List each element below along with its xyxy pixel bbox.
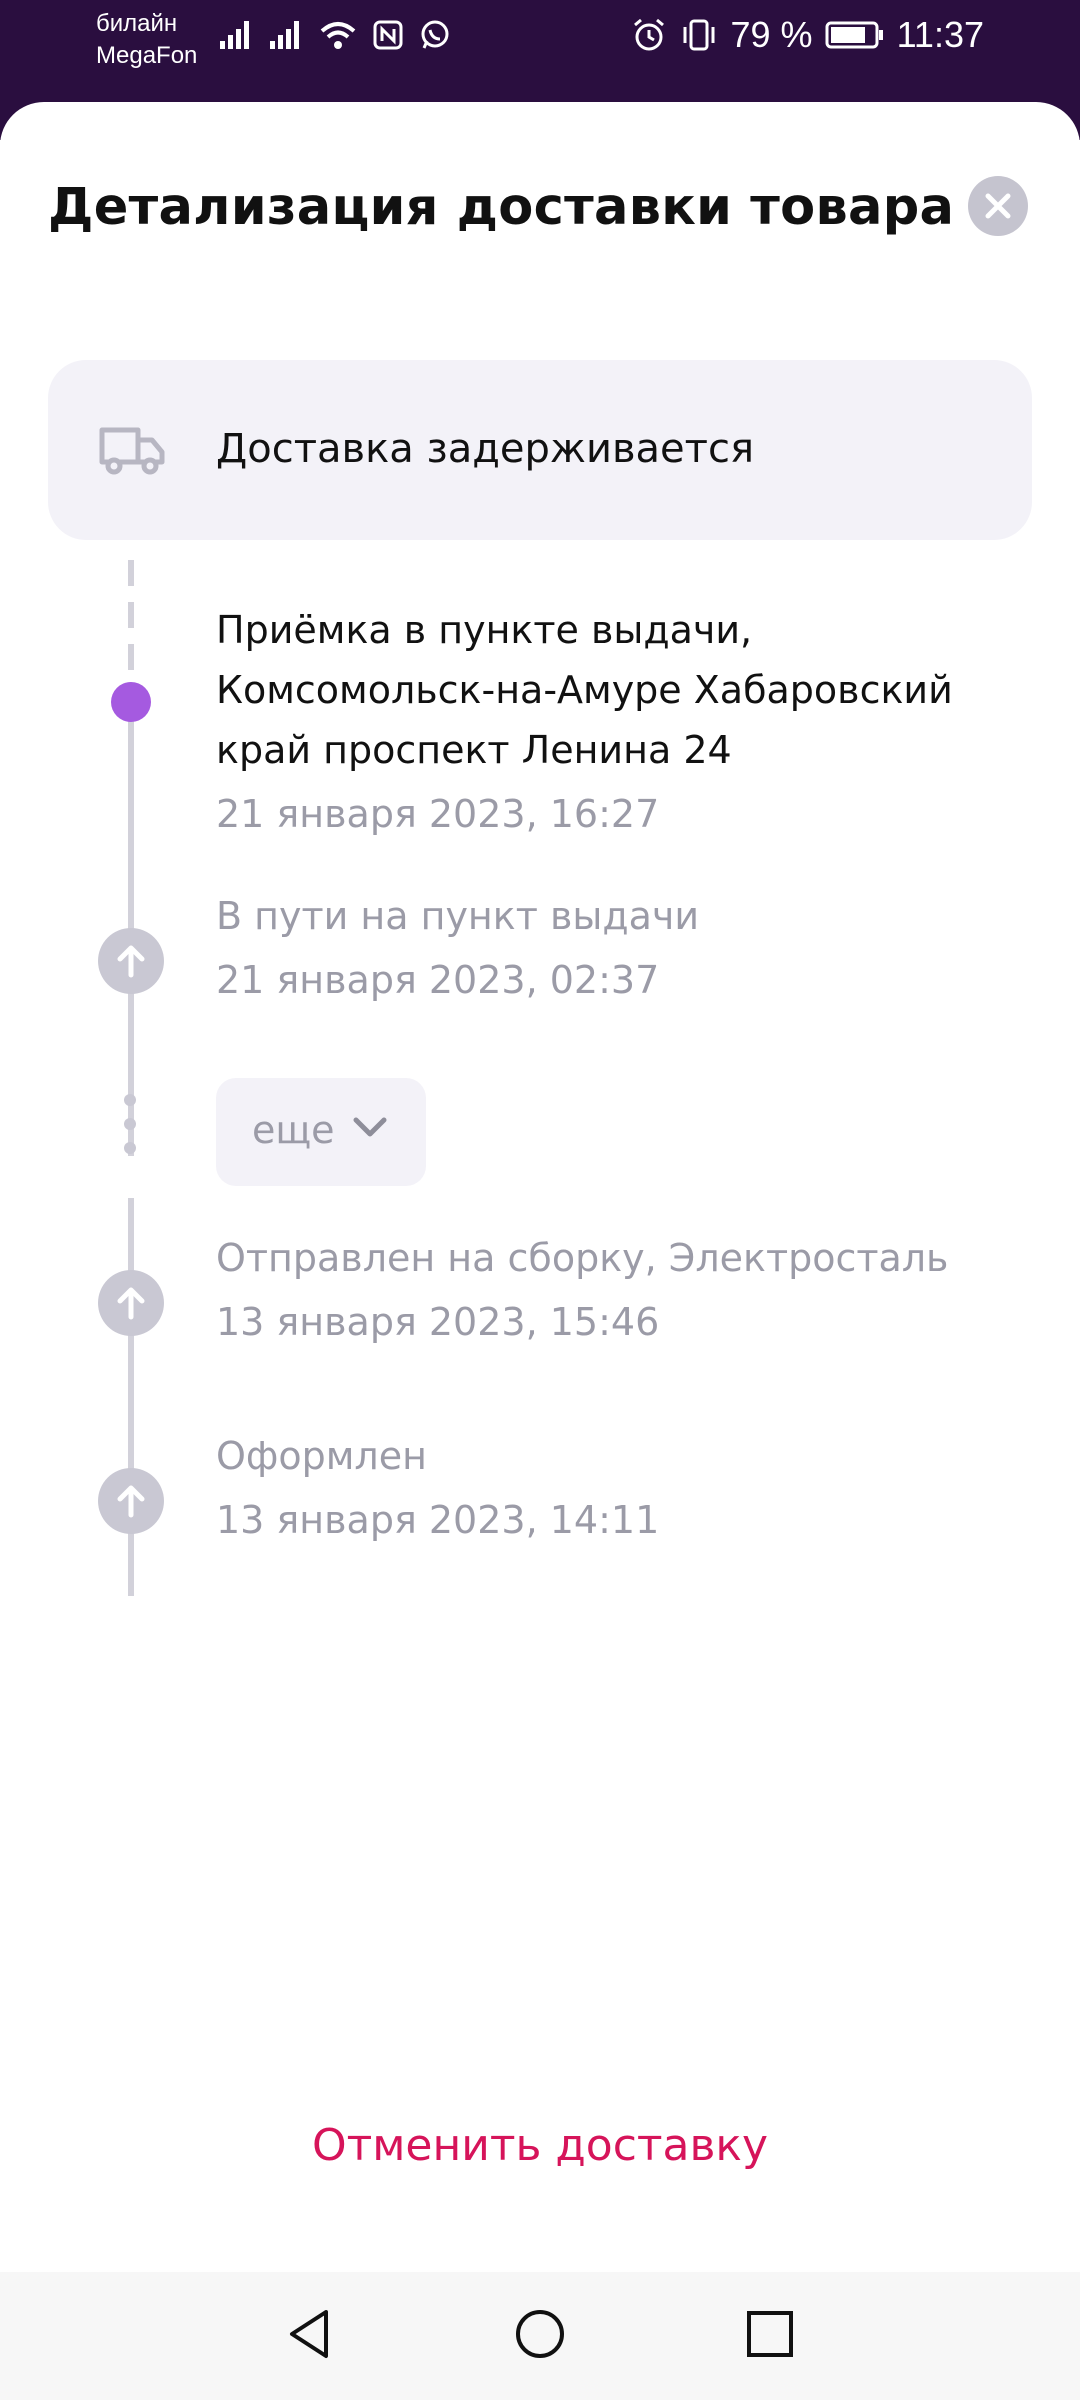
arrow-up-icon (117, 945, 145, 978)
show-more-label: еще (252, 1108, 335, 1152)
timeline-dash (128, 602, 134, 628)
wifi-icon (320, 22, 356, 49)
battery-icon (825, 21, 883, 49)
recent-apps-icon[interactable] (740, 2304, 800, 2364)
event-date: 13 января 2023, 15:46 (216, 1300, 660, 1344)
alarm-icon (633, 18, 664, 51)
show-more-button[interactable]: еще (216, 1078, 426, 1186)
timeline-dot-active (111, 682, 151, 722)
truck-icon (99, 427, 165, 475)
whatsapp-icon (421, 20, 449, 49)
timeline-arrow-dot (98, 1270, 164, 1336)
event-title: Отправлен на сборку, Электросталь (216, 1236, 949, 1280)
event-title-line: Комсомольск-на-Амуре Хабаровский (216, 668, 953, 712)
clock-time: 11:37 (896, 14, 984, 55)
timeline-line (128, 1198, 134, 1596)
timeline-dash (128, 644, 134, 670)
nfc-icon (373, 20, 403, 50)
home-icon[interactable] (510, 2304, 570, 2364)
event-title-line: Приёмка в пункте выдачи, (216, 608, 753, 652)
delivery-status-card: Доставка задерживается (48, 360, 1032, 540)
timeline-ellipsis-dot (124, 1118, 136, 1130)
sheet-title: Детализация доставки товара (48, 178, 955, 237)
timeline-dash (128, 560, 134, 586)
chevron-down-icon (353, 1117, 387, 1137)
back-icon[interactable] (280, 2304, 340, 2364)
battery-percent: 79 % (730, 14, 813, 55)
timeline-arrow-dot (98, 928, 164, 994)
carrier-2: MegaFon (96, 42, 198, 69)
delivery-details-sheet: Детализация доставки товара Доставка зад… (0, 102, 1080, 2272)
delivery-status-text: Доставка задерживается (216, 426, 755, 472)
vibrate-icon (683, 19, 715, 51)
event-date: 21 января 2023, 02:37 (216, 958, 660, 1002)
close-button[interactable] (968, 176, 1028, 236)
arrow-up-icon (117, 1287, 145, 1320)
carrier-1: билайн (96, 10, 178, 37)
event-title-line: край проспект Ленина 24 (216, 728, 732, 772)
timeline-ellipsis-dot (124, 1142, 136, 1154)
arrow-up-icon (117, 1485, 145, 1518)
carrier-names: билайн MegaFon (96, 8, 197, 72)
system-navigation-bar (0, 2272, 1080, 2400)
timeline-arrow-dot (98, 1468, 164, 1534)
cancel-delivery-button[interactable]: Отменить доставку (0, 2120, 1080, 2171)
event-date: 13 января 2023, 14:11 (216, 1498, 660, 1542)
close-icon (985, 193, 1011, 219)
status-icons-left (218, 18, 452, 52)
status-icons-right: 79 % 11:37 (631, 14, 984, 56)
signal-icon (220, 21, 249, 49)
event-date: 21 января 2023, 16:27 (216, 792, 660, 836)
event-title: Оформлен (216, 1434, 427, 1478)
event-title: В пути на пункт выдачи (216, 894, 700, 938)
timeline-ellipsis-dot (124, 1094, 136, 1106)
signal-icon-2 (270, 21, 299, 49)
